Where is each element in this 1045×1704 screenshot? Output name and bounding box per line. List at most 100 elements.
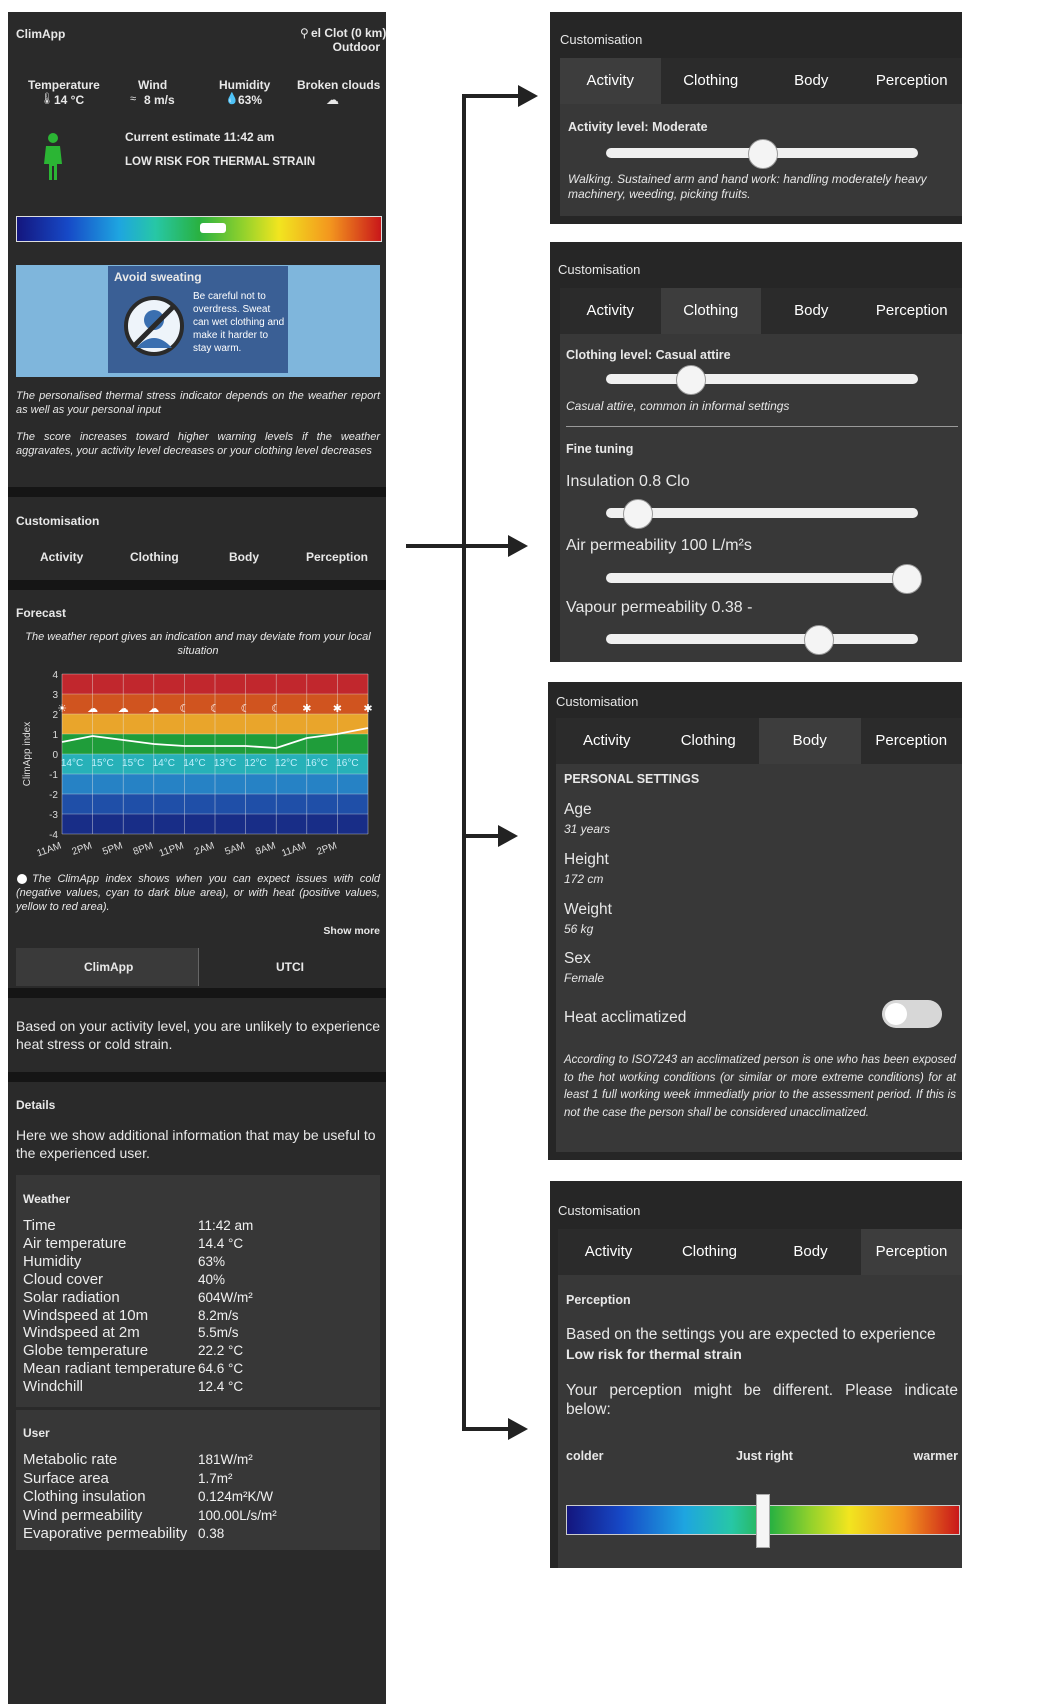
- toggle-climapp-label: ClimApp: [84, 960, 134, 974]
- customisation-title: Customisation: [558, 1203, 641, 1218]
- expectation-text: Based on the settings you are expected t…: [566, 1326, 936, 1343]
- temperature-label: 12°C: [244, 758, 266, 769]
- tab-body[interactable]: Body: [759, 718, 861, 764]
- activity-description: Walking. Sustained arm and hand work: ha…: [568, 172, 927, 201]
- user-value: 100.00L/s/m²: [198, 1507, 277, 1523]
- user-value: 0.124m²K/W: [198, 1489, 274, 1504]
- location-pin-icon[interactable]: ⚲: [300, 26, 309, 40]
- user-label: Wind permeability: [23, 1506, 143, 1524]
- activity-panel: Customisation Activity Clothing Body Per…: [550, 12, 962, 224]
- user-label: Clothing insulation: [23, 1488, 146, 1505]
- tab-clothing[interactable]: Clothing: [130, 550, 179, 564]
- tab-clothing[interactable]: Clothing: [659, 1229, 760, 1275]
- user-title: User: [23, 1426, 50, 1440]
- weight-value[interactable]: 56 kg: [564, 922, 593, 936]
- wind-value: 8 m/s: [144, 93, 175, 107]
- temperature-label: 14°C: [183, 758, 205, 769]
- wind-icon: ≈: [130, 93, 137, 105]
- tab-body[interactable]: Body: [761, 288, 862, 334]
- tab-perception[interactable]: Perception: [861, 1229, 962, 1275]
- drop-icon: 💧: [225, 93, 239, 105]
- tab-body[interactable]: Body: [229, 550, 259, 564]
- scale-just-right-label: Just right: [736, 1449, 793, 1463]
- air-slider-handle[interactable]: [891, 564, 922, 594]
- cloud-icon: ☁: [326, 92, 339, 107]
- tab-activity[interactable]: Activity: [558, 1229, 659, 1275]
- weather-value: 12.4 °C: [198, 1379, 244, 1395]
- x-tick-label: 8AM: [254, 840, 277, 857]
- tab-activity[interactable]: Activity: [40, 550, 83, 564]
- arrow-head-icon: [508, 535, 528, 557]
- fine-tuning-title: Fine tuning: [566, 442, 634, 456]
- user-label: Surface area: [23, 1469, 109, 1487]
- tab-perception[interactable]: Perception: [306, 550, 368, 564]
- tab-clothing[interactable]: Clothing: [660, 58, 761, 104]
- weather-condition-icon: ☾: [210, 703, 220, 715]
- weight-label[interactable]: Weight: [564, 901, 612, 919]
- arrow-head-icon: [508, 1418, 528, 1440]
- clothing-panel: Customisation Activity Clothing Body Per…: [550, 242, 962, 662]
- x-tick-label: 2PM: [315, 840, 338, 857]
- age-value[interactable]: 31 years: [564, 822, 610, 836]
- weather-value: 14.4 °C: [198, 1235, 244, 1251]
- tab-body[interactable]: Body: [760, 1229, 861, 1275]
- activity-slider-handle[interactable]: [748, 139, 778, 169]
- details-intro: Here we show additional information that…: [16, 1127, 376, 1161]
- vapour-slider-handle[interactable]: [804, 625, 835, 655]
- weather-label: Humidity: [23, 1252, 82, 1270]
- advice-title: Avoid sweating: [114, 270, 202, 284]
- air-permeability-label: Air permeability 100 L/m²s: [566, 537, 752, 554]
- temperature-value: 14 °C: [54, 93, 85, 107]
- perception-scale-handle[interactable]: [756, 1494, 770, 1548]
- y-tick-label: -3: [49, 810, 58, 821]
- tab-bar: Activity Clothing Body Perception: [558, 1229, 962, 1275]
- x-tick-label: 11PM: [158, 840, 186, 858]
- tab-perception[interactable]: Perception: [861, 288, 962, 334]
- y-tick-label: -2: [49, 790, 58, 801]
- vapour-slider-track[interactable]: [606, 634, 918, 644]
- wind-label: Wind: [138, 78, 168, 92]
- perception-prompt: Your perception might be different. Plea…: [566, 1382, 958, 1418]
- thermometer-icon: 🌡: [40, 93, 54, 105]
- clothing-slider-track[interactable]: [606, 374, 918, 384]
- weather-condition-icon: ☁: [87, 703, 98, 715]
- weather-label: Globe temperature: [23, 1342, 149, 1360]
- y-axis-label: ClimApp index: [22, 722, 33, 786]
- tab-activity[interactable]: Activity: [560, 58, 661, 104]
- tab-bar: Activity Clothing Body Perception: [556, 718, 962, 764]
- weather-value: 604W/m²: [198, 1289, 253, 1305]
- tab-perception[interactable]: Perception: [860, 718, 962, 764]
- clothing-description: Casual attire, common in informal settin…: [566, 399, 790, 413]
- height-label[interactable]: Height: [564, 851, 609, 869]
- details-title: Details: [16, 1098, 56, 1112]
- tab-body[interactable]: Body: [761, 58, 862, 104]
- tab-clothing[interactable]: Clothing: [660, 288, 761, 334]
- tab-activity[interactable]: Activity: [560, 288, 661, 334]
- sex-value[interactable]: Female: [564, 971, 604, 985]
- forecast-note: The weather report gives an indication a…: [25, 631, 371, 657]
- main-screen: ClimApp ⚲ el Clot (0 km) Outdoor Tempera…: [8, 12, 386, 1704]
- weather-condition-icon: ☁: [148, 703, 159, 715]
- age-label[interactable]: Age: [564, 801, 592, 819]
- y-tick-label: -1: [49, 770, 58, 781]
- insulation-slider-handle[interactable]: [623, 499, 654, 529]
- no-sweating-icon: [124, 296, 184, 356]
- weather-label: Windspeed at 10m: [23, 1306, 149, 1324]
- height-value[interactable]: 172 cm: [564, 872, 603, 886]
- humidity-label: Humidity: [219, 78, 271, 92]
- location-label[interactable]: el Clot (0 km): [311, 26, 386, 40]
- sex-label[interactable]: Sex: [564, 950, 591, 968]
- tab-perception[interactable]: Perception: [861, 58, 962, 104]
- customisation-title: Customisation: [560, 32, 643, 47]
- weather-condition-icon: ✱: [363, 703, 372, 715]
- air-slider-track[interactable]: [606, 573, 918, 583]
- tab-activity[interactable]: Activity: [556, 718, 658, 764]
- section-divider: [8, 988, 386, 998]
- show-more-link[interactable]: Show more: [323, 925, 380, 937]
- tab-clothing[interactable]: Clothing: [657, 718, 759, 764]
- temperature-label: 14°C: [153, 758, 175, 769]
- x-tick-label: 2AM: [193, 840, 216, 857]
- weather-condition-icon: ☾: [179, 703, 189, 715]
- weather-condition-icon: ✱: [333, 703, 342, 715]
- connector-line: [462, 834, 500, 838]
